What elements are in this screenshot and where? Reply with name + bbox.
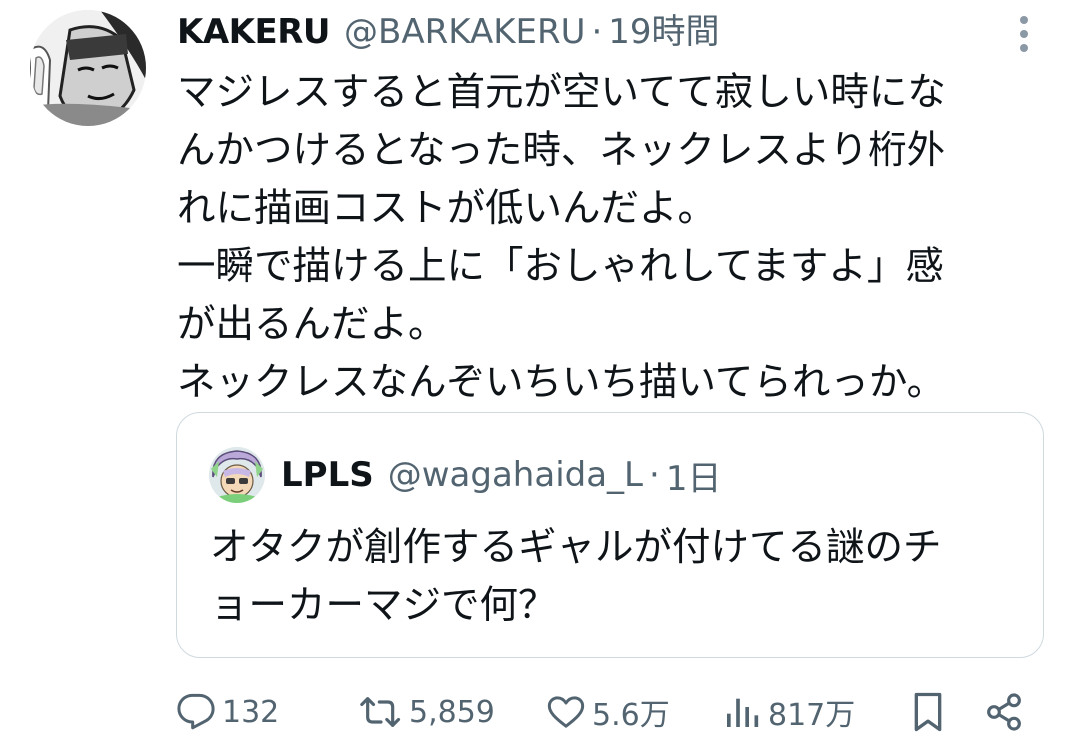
bookmark-icon xyxy=(914,692,942,732)
tweet-text-line: れに描画コストが低いんだよ。 xyxy=(177,186,717,231)
quoted-author-handle[interactable]: @wagahaida_L xyxy=(388,455,643,495)
tweet-timestamp[interactable]: 19時間 xyxy=(608,6,719,58)
tweet-text-line: ネックレスなんぞいちいち描いてられっか。 xyxy=(177,360,946,405)
tweet-action-bar: 132 5,859 5.6万 817万 xyxy=(176,686,1046,738)
like-count: 5.6万 xyxy=(592,698,670,733)
quoted-avatar-illustration xyxy=(209,447,265,503)
quoted-author-avatar[interactable] xyxy=(209,447,265,503)
author-handle[interactable]: @BARKAKERU xyxy=(344,6,585,58)
tweet-header: KAKERU @BARKAKERU · 19時間 xyxy=(177,6,720,58)
tweet-text-line: 一瞬で描ける上に「おしゃれしてますよ」感 xyxy=(177,244,944,289)
quoted-text-line: ョーカーマジで何？ xyxy=(210,583,557,628)
tweet-text-line: んかつけるとなった時、ネックレスより桁外 xyxy=(177,128,946,173)
views-bar-chart-icon xyxy=(727,698,759,727)
like-button[interactable]: 5.6万 xyxy=(546,686,670,738)
author-name[interactable]: KAKERU xyxy=(177,6,331,58)
reply-button[interactable]: 132 xyxy=(176,686,279,738)
reply-bubble-icon xyxy=(177,693,215,730)
quoted-author-name[interactable]: LPLS xyxy=(281,455,374,495)
quoted-text-line: オタクが創作するギャルが付けてる謎のチ xyxy=(210,525,942,570)
more-options-button[interactable] xyxy=(1010,14,1038,54)
repost-icon xyxy=(360,697,401,727)
bookmark-button[interactable] xyxy=(908,686,948,738)
share-icon xyxy=(987,693,1021,731)
separator-dot: · xyxy=(591,12,603,52)
quoted-tweet-header: LPLS @wagahaida_L · 1日 xyxy=(281,445,721,505)
quoted-tweet-text: オタクが創作するギャルが付けてる謎のチ ョーカーマジで何？ xyxy=(210,519,1030,635)
share-button[interactable] xyxy=(984,686,1024,738)
more-vertical-icon xyxy=(1020,16,1028,52)
tweet-text: マジレスすると首元が空いてて寂しい時にな んかつけるとなった時、ネックレスより桁… xyxy=(177,64,1037,412)
repost-count: 5,859 xyxy=(409,694,495,730)
repost-button[interactable]: 5,859 xyxy=(359,686,495,738)
quoted-separator-dot: · xyxy=(649,455,660,495)
author-avatar[interactable] xyxy=(30,10,146,126)
tweet-text-line: が出るんだよ。 xyxy=(177,302,447,347)
avatar-illustration xyxy=(30,10,146,126)
quoted-tweet-card[interactable]: LPLS @wagahaida_L · 1日 オタクが創作するギャルが付けてる謎… xyxy=(176,412,1044,658)
heart-icon xyxy=(547,696,585,728)
views-button[interactable]: 817万 xyxy=(722,686,855,738)
quoted-tweet-timestamp[interactable]: 1日 xyxy=(666,451,722,500)
views-count: 817万 xyxy=(768,698,856,733)
tweet-text-line: マジレスすると首元が空いてて寂しい時にな xyxy=(177,70,946,115)
reply-count: 132 xyxy=(222,694,280,730)
